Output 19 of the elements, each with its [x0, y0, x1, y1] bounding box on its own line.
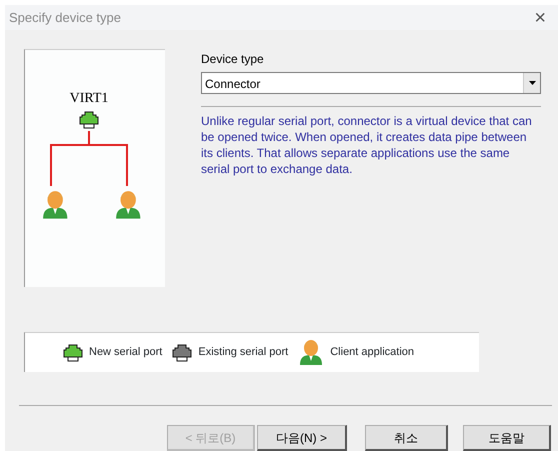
person-icon	[300, 340, 322, 364]
node-label: VIRT1	[70, 91, 108, 106]
dropdown-arrow-icon	[528, 81, 536, 85]
serial-port-icon	[80, 112, 98, 128]
legend-label: Existing serial port	[198, 345, 288, 360]
serial-port-icon	[64, 344, 82, 361]
window-title: Specify device type	[9, 8, 122, 27]
field-label: Device type	[201, 51, 265, 68]
legend-label: Client application	[330, 345, 414, 360]
description-text: Unlike regular serial port, connector is a virtual device that can be opened twice. When opened, it creates data pipe between its clients. That allows separate applications use the same serial port to exchange data.	[201, 113, 533, 177]
wizard-button[interactable]: 다음(N) >	[257, 425, 347, 451]
legend-label: New serial port	[89, 345, 162, 360]
wizard-button[interactable]: 도움말	[463, 425, 551, 451]
person-icon	[43, 191, 68, 219]
serial-port-icon	[172, 344, 192, 361]
wizard-button[interactable]: 취소	[365, 425, 448, 451]
close-button[interactable]: ×	[528, 8, 552, 28]
person-icon	[116, 191, 140, 219]
device-type-dropdown[interactable]: Connector	[201, 72, 541, 94]
